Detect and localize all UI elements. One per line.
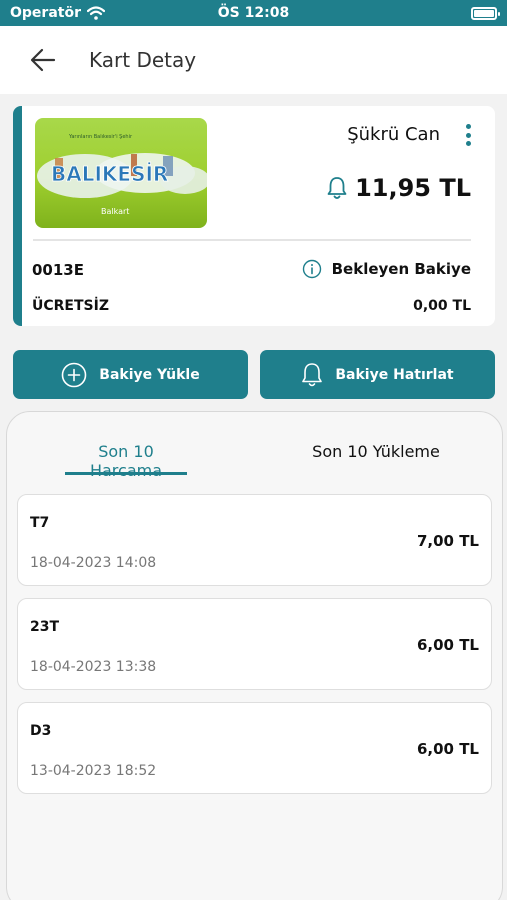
card-brand-text: Balkart: [101, 207, 129, 216]
transaction-date: 18-04-2023 13:38: [30, 659, 157, 675]
status-bar: Operatör ÖS 12:08: [0, 0, 507, 26]
bell-icon: [327, 177, 347, 199]
pending-balance-label: Bekleyen Bakiye: [331, 260, 471, 278]
more-vertical-icon-dot: [465, 141, 471, 146]
card-accent-bar: [13, 106, 22, 326]
transaction-line: D3: [30, 723, 52, 739]
more-options-button[interactable]: [461, 122, 475, 148]
back-arrow-icon: [30, 48, 56, 72]
tab-label: Son 10 Yükleme: [312, 442, 440, 461]
card-number: 0013E: [32, 261, 84, 279]
balance-reminder-button[interactable]: Bakiye Hatırlat: [260, 350, 495, 399]
card-owner-name: Şükrü Can: [347, 124, 440, 145]
info-icon: [302, 259, 321, 279]
transaction-item[interactable]: T7 18-04-2023 14:08 7,00 TL: [17, 494, 492, 586]
transaction-line: 23T: [30, 619, 60, 635]
card-type: ÜCRETSİZ: [32, 298, 109, 314]
transaction-item[interactable]: D3 13-04-2023 18:52 6,00 TL: [17, 702, 492, 794]
tab-last-10-loads[interactable]: Son 10 Yükleme: [311, 442, 441, 461]
active-tab-indicator: [65, 472, 187, 475]
bell-icon: [302, 362, 323, 386]
pending-balance-info[interactable]: Bekleyen Bakiye: [302, 259, 471, 279]
page-title: Kart Detay: [89, 48, 197, 72]
transaction-date: 18-04-2023 14:08: [30, 555, 157, 571]
clock: ÖS 12:08: [217, 5, 290, 21]
pending-balance-amount: 0,00 TL: [413, 298, 471, 314]
transaction-amount: 7,00 TL: [416, 532, 479, 550]
card-balance: 11,95 TL: [355, 174, 471, 202]
battery-icon: [471, 7, 500, 20]
back-button[interactable]: [28, 46, 58, 74]
balance-reminder-label: Bakiye Hatırlat: [335, 366, 454, 383]
transaction-item[interactable]: 23T 18-04-2023 13:38 6,00 TL: [17, 598, 492, 690]
transaction-amount: 6,00 TL: [416, 740, 479, 758]
card-tagline: Yarınların Balıkesir'i Şehir: [68, 134, 133, 140]
card-image: Yarınların Balıkesir'i Şehir BALIKESİR B…: [35, 118, 207, 228]
card-panel: Yarınların Balıkesir'i Şehir BALIKESİR B…: [13, 106, 495, 326]
more-vertical-icon-dot: [465, 132, 471, 138]
transaction-line: T7: [30, 515, 50, 531]
plus-circle-icon: [61, 362, 87, 387]
balance-row: 11,95 TL: [327, 174, 471, 202]
divider: [33, 239, 471, 241]
transaction-date: 13-04-2023 18:52: [30, 763, 157, 779]
more-vertical-icon: [465, 124, 471, 129]
transaction-amount: 6,00 TL: [416, 636, 479, 654]
tab-last-10-spending[interactable]: Son 10 Harcama: [65, 442, 187, 480]
top-app-bar: Kart Detay: [0, 26, 507, 94]
load-balance-label: Bakiye Yükle: [99, 366, 200, 383]
transactions-panel: Son 10 Harcama Son 10 Yükleme T7 18-04-2…: [6, 411, 503, 900]
load-balance-button[interactable]: Bakiye Yükle: [13, 350, 248, 399]
card-city-text: BALIKESİR: [51, 162, 168, 186]
